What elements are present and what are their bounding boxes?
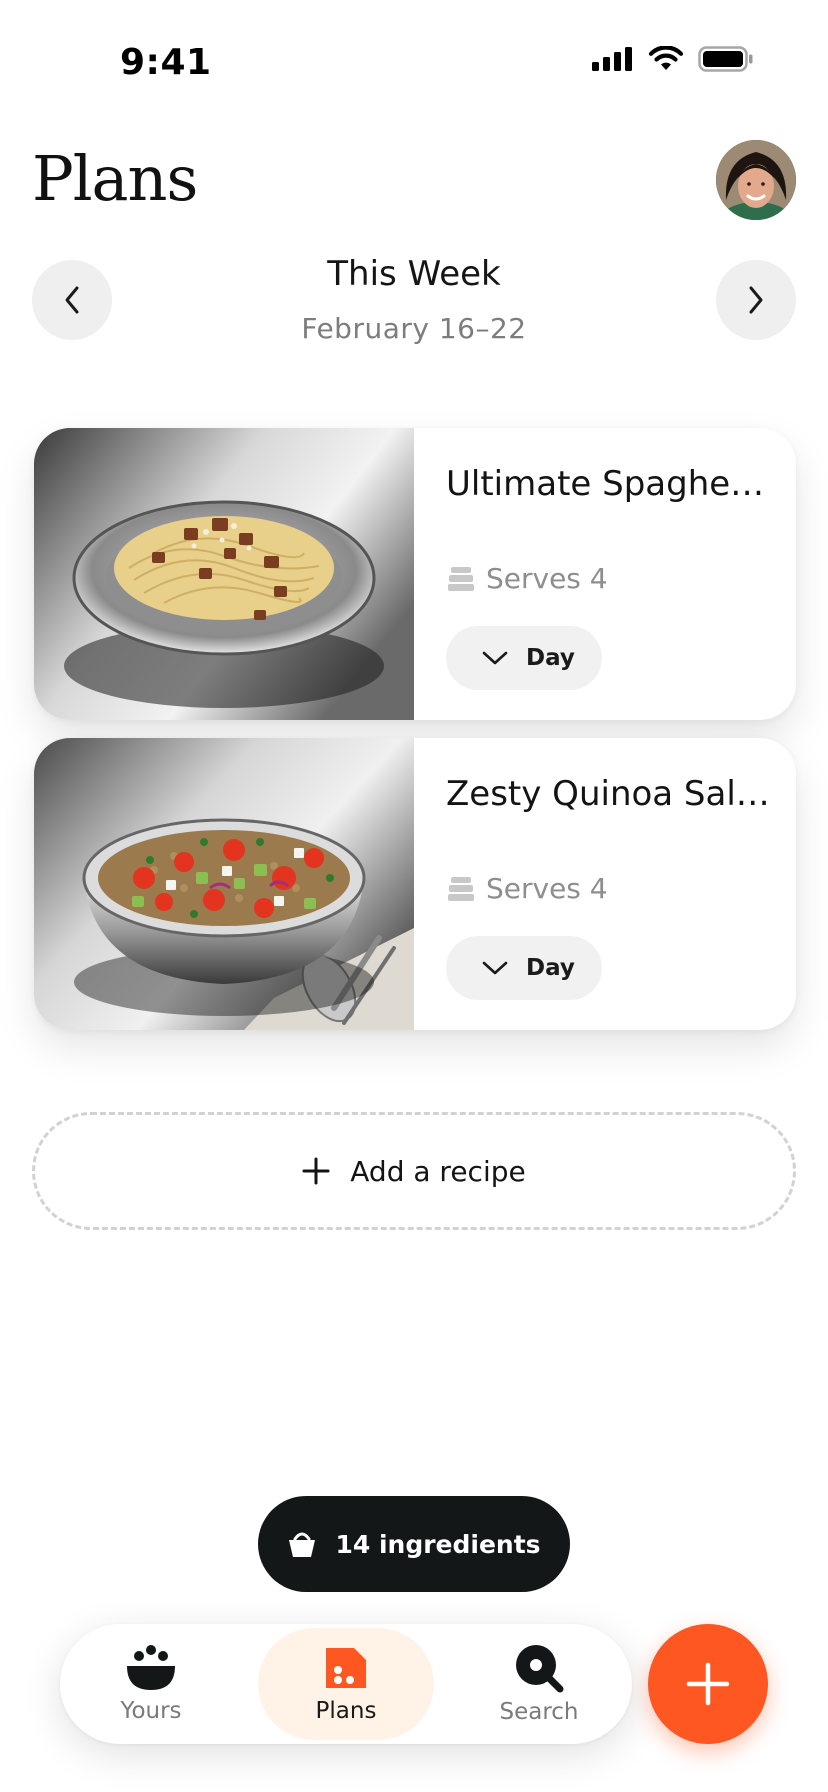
wifi-icon — [648, 46, 684, 70]
status-icons — [592, 46, 754, 72]
recipe-serves: Serves 4 — [448, 562, 608, 595]
day-select-button[interactable]: Day — [446, 626, 602, 690]
week-title: This Week — [327, 254, 501, 294]
week-date-range: February 16–22 — [301, 312, 527, 345]
battery-icon — [698, 46, 753, 72]
avatar[interactable] — [716, 140, 796, 220]
add-fab-button[interactable] — [648, 1624, 768, 1744]
cellular-signal-icon — [592, 47, 632, 71]
search-icon — [516, 1645, 564, 1693]
avatar-photo — [716, 140, 796, 220]
day-label: Day — [526, 645, 575, 671]
ingredients-button[interactable]: 14 ingredients — [258, 1496, 570, 1592]
tab-yours-label: Yours — [120, 1698, 182, 1724]
quinoa-salad-image — [34, 738, 414, 1030]
recipe-serves: Serves 4 — [448, 872, 608, 905]
recipe-title: Ultimate Spaghetti Carbonara — [446, 464, 776, 504]
tab-search-label: Search — [499, 1699, 579, 1725]
servings-stack-icon — [448, 566, 474, 591]
day-select-button[interactable]: Day — [446, 936, 602, 1000]
recipe-card[interactable]: Zesty Quinoa Salad Serves 4 Day — [34, 738, 796, 1030]
tab-plans[interactable]: Plans — [258, 1628, 434, 1740]
bowl-icon — [127, 1645, 175, 1690]
recipe-title: Zesty Quinoa Salad — [446, 774, 776, 814]
ingredients-count-label: 14 ingredients — [335, 1529, 541, 1559]
page-title: Plans — [32, 142, 198, 215]
tab-plans-label: Plans — [315, 1698, 377, 1724]
day-label: Day — [526, 955, 575, 981]
recipe-card[interactable]: Ultimate Spaghetti Carbonara Serves 4 Da… — [34, 428, 796, 720]
serves-label: Serves 4 — [486, 562, 608, 595]
add-recipe-button[interactable]: Add a recipe — [32, 1112, 796, 1230]
bottom-tab-bar: Yours Plans Search — [60, 1624, 632, 1744]
tab-search[interactable]: Search — [451, 1628, 627, 1740]
tab-yours[interactable]: Yours — [63, 1628, 239, 1740]
spaghetti-carbonara-image — [34, 428, 414, 720]
serves-label: Serves 4 — [486, 872, 608, 905]
chevron-down-icon — [482, 651, 508, 665]
plans-screen: 9:41 Plans This Week February 16–22 Ulti… — [0, 0, 828, 1792]
add-recipe-label: Add a recipe — [350, 1154, 526, 1188]
chevron-down-icon — [482, 961, 508, 975]
next-week-button[interactable] — [716, 260, 796, 340]
plan-document-icon — [326, 1648, 366, 1688]
chevron-right-icon — [749, 286, 763, 314]
plus-icon — [302, 1157, 330, 1185]
servings-stack-icon — [448, 876, 474, 901]
basket-icon — [289, 1532, 316, 1557]
plus-icon — [686, 1662, 730, 1706]
status-bar: 9:41 — [0, 0, 828, 110]
status-time: 9:41 — [120, 42, 212, 83]
